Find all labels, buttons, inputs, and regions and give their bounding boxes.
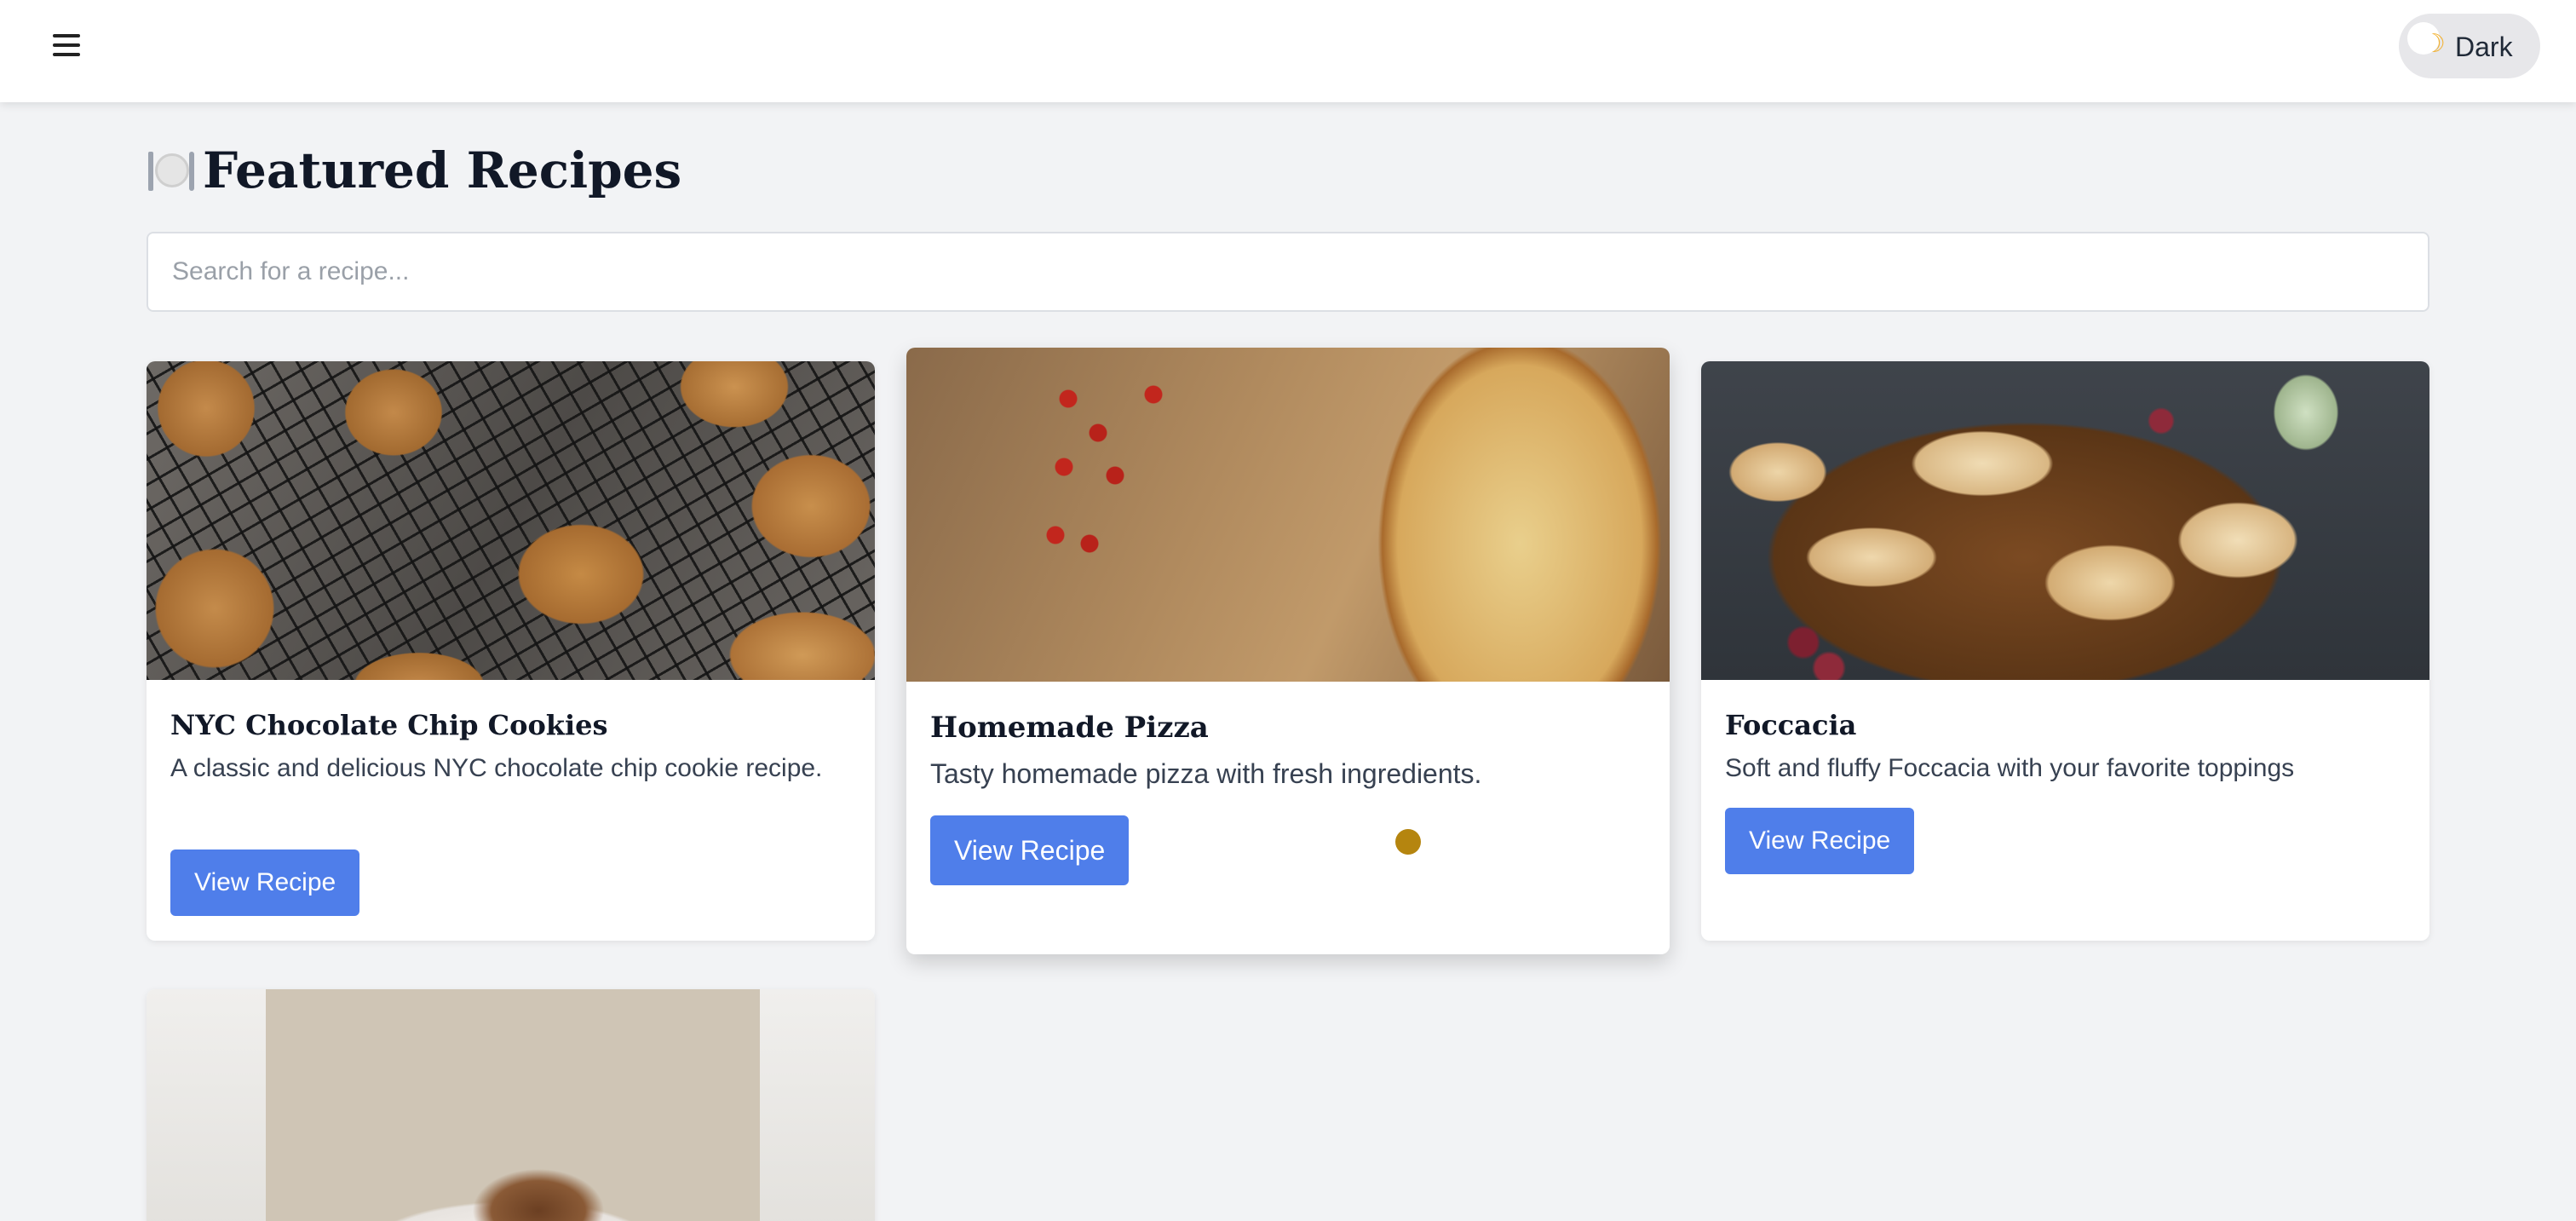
view-recipe-button[interactable]: View Recipe [170, 850, 360, 916]
view-recipe-button[interactable]: View Recipe [930, 815, 1130, 885]
recipe-card-dessert [147, 989, 875, 1221]
recipe-description: A classic and delicious NYC chocolate ch… [170, 754, 823, 782]
recipe-image-dessert[interactable] [147, 989, 875, 1221]
recipe-image-foccacia[interactable] [1701, 361, 2429, 680]
cursor-indicator [1395, 829, 1421, 855]
recipe-card-foccacia: Foccacia Soft and fluffy Foccacia with y… [1701, 361, 2429, 941]
top-bar: ☽ Dark [0, 0, 2576, 102]
theme-toggle-button[interactable]: ☽ Dark [2399, 14, 2540, 78]
page-title-text: Featured Recipes [203, 141, 682, 199]
recipe-description: Soft and fluffy Foccacia with your favor… [1725, 754, 2295, 782]
recipe-card-cookies: NYC Chocolate Chip Cookies A classic and… [147, 361, 875, 941]
recipe-card-pizza: Homemade Pizza Tasty homemade pizza with… [906, 348, 1670, 954]
theme-toggle-label: Dark [2455, 32, 2513, 62]
recipe-image-pizza[interactable] [906, 348, 1670, 682]
search-input[interactable] [147, 232, 2429, 312]
recipe-title: Foccacia [1725, 709, 1857, 741]
recipe-title: Homemade Pizza [930, 711, 1209, 745]
recipe-image-cookies[interactable] [147, 361, 875, 680]
moon-icon: ☽ [2423, 29, 2446, 59]
recipe-title: NYC Chocolate Chip Cookies [170, 709, 608, 741]
page-title: Featured Recipes [147, 136, 681, 204]
view-recipe-button[interactable]: View Recipe [1725, 808, 1915, 874]
recipe-description: Tasty homemade pizza with fresh ingredie… [930, 758, 1482, 789]
hamburger-menu-icon[interactable] [49, 31, 87, 61]
plate-with-cutlery-icon [147, 147, 194, 194]
